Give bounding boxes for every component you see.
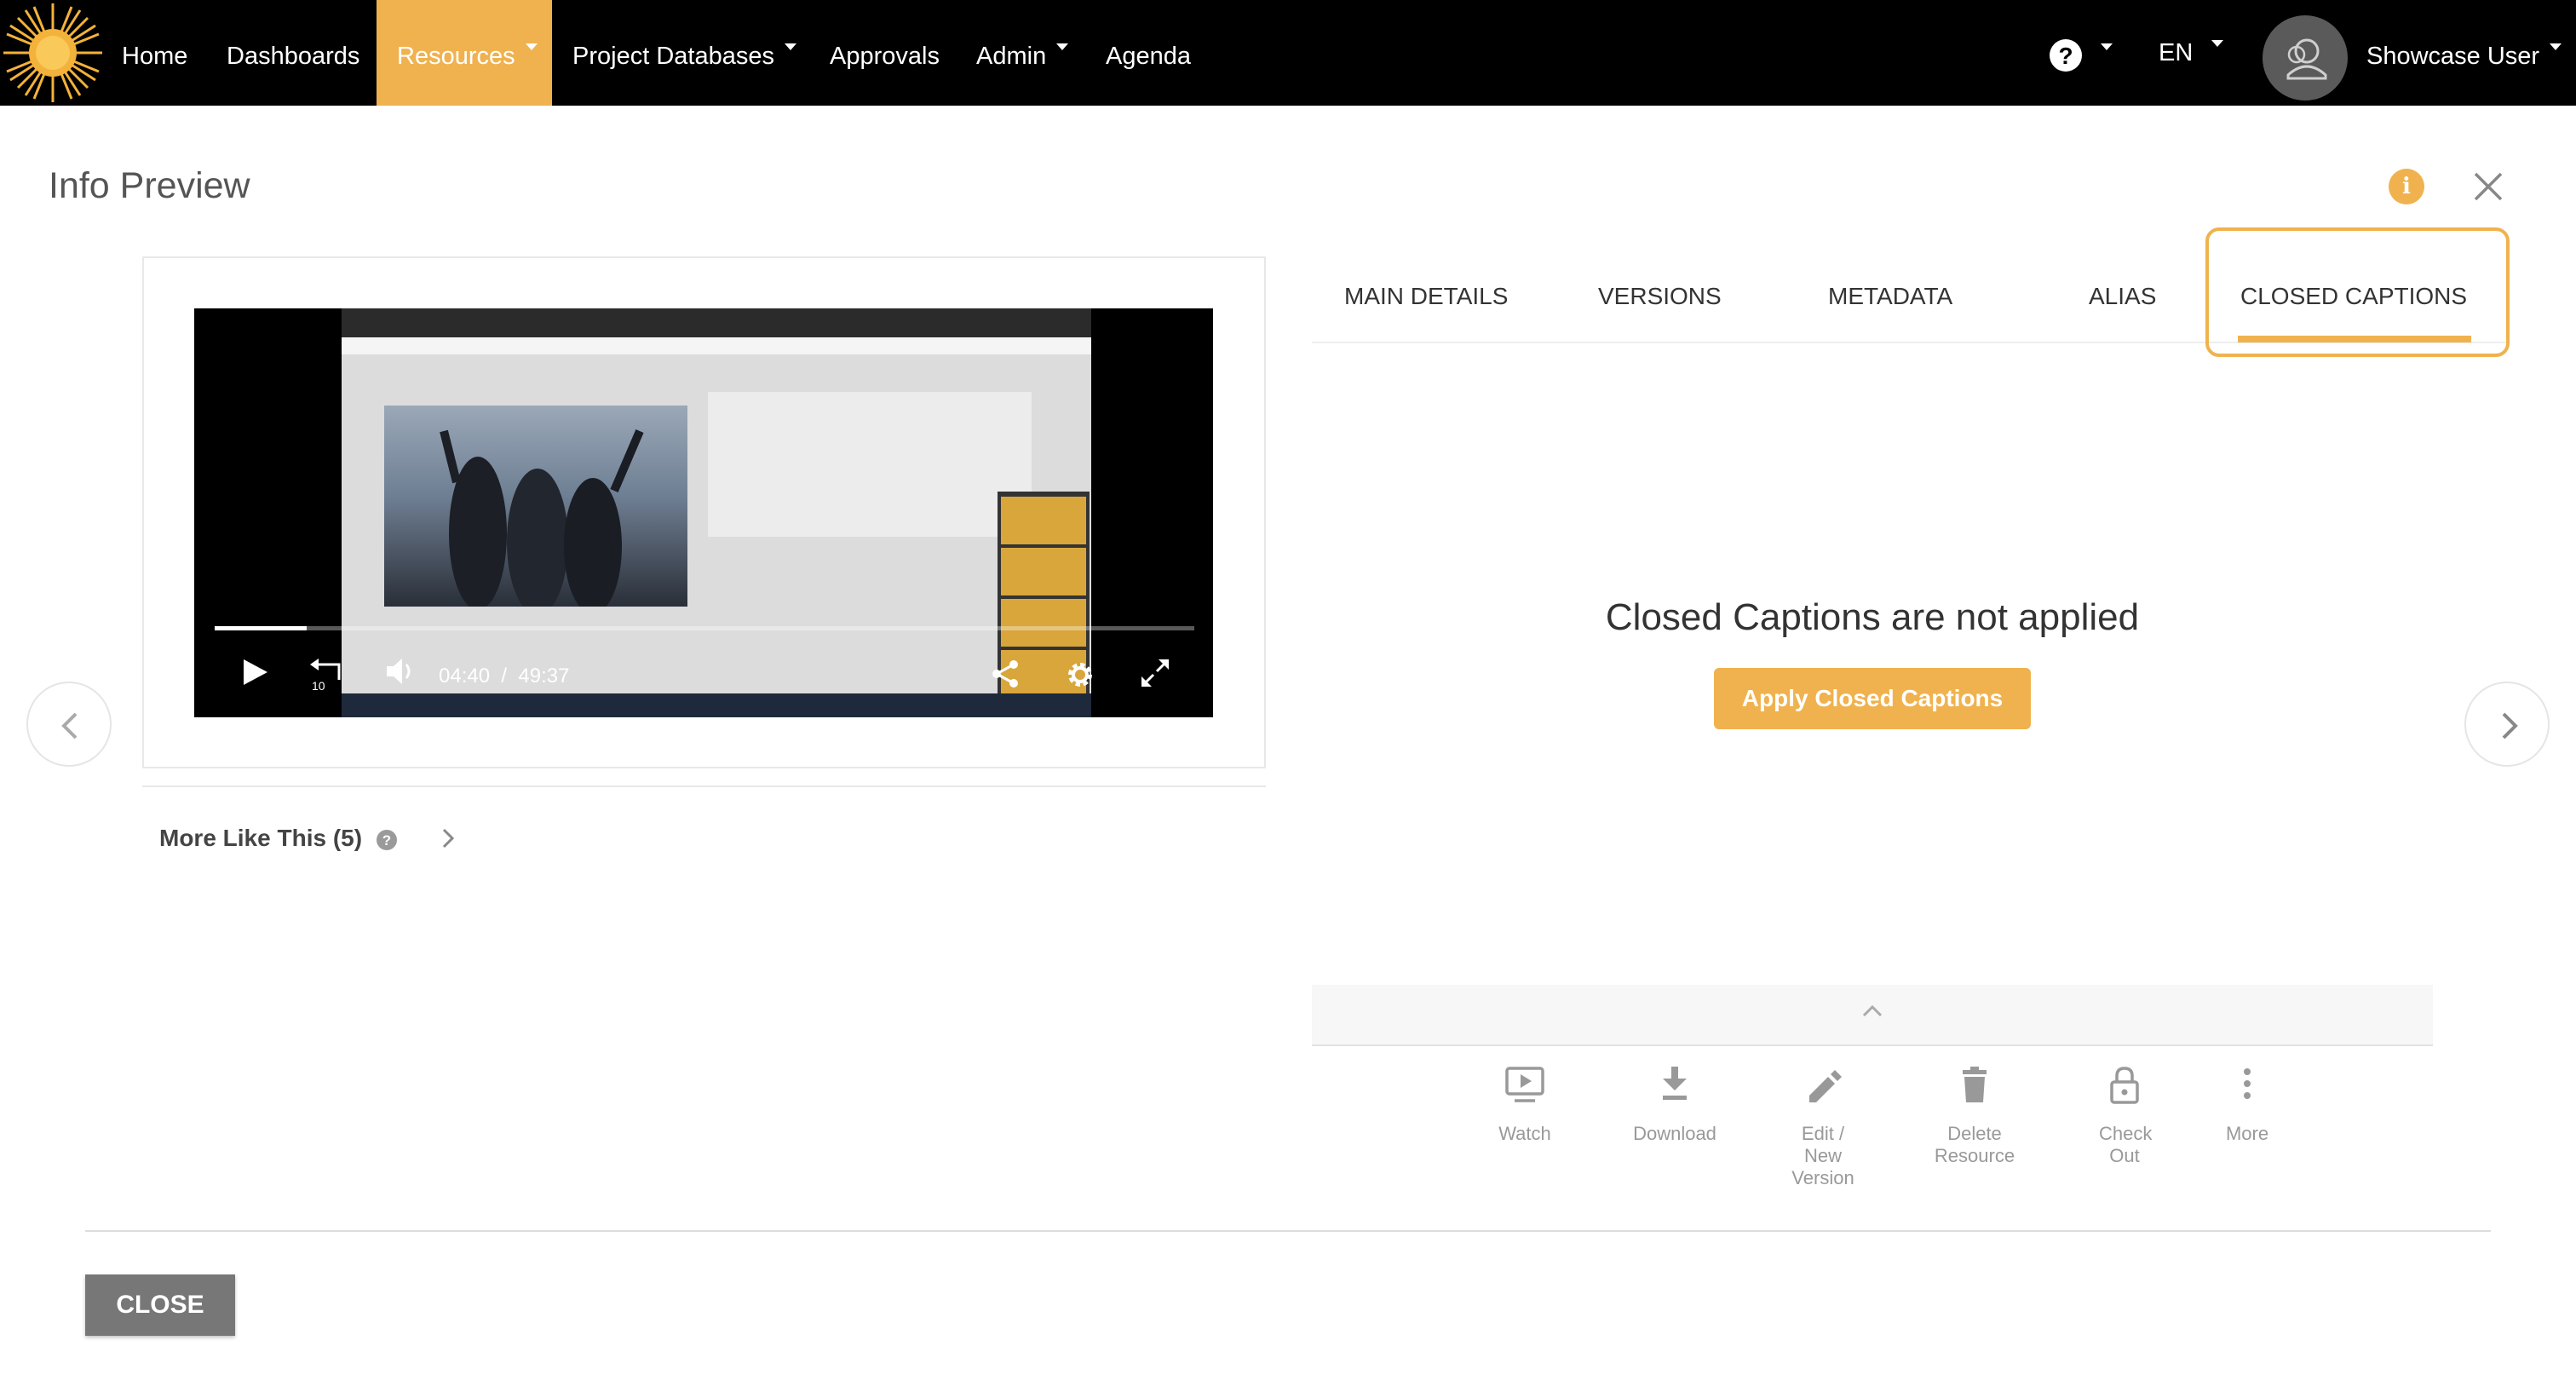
rewind-10-icon[interactable]: 10 [308, 653, 348, 692]
chevron-down-icon [2211, 40, 2224, 48]
avatar[interactable] [2263, 15, 2348, 101]
more-button[interactable]: More [2188, 1065, 2307, 1145]
page-title: Info Preview [49, 165, 250, 206]
next-resource-button[interactable] [2464, 682, 2550, 767]
user-icon [2286, 38, 2327, 80]
more-like-this-toggle[interactable]: More Like This (5) [159, 825, 362, 852]
language-selector[interactable]: EN [2159, 0, 2224, 102]
trash-icon [1963, 1067, 1987, 1102]
download-icon [1663, 1067, 1687, 1100]
more-vertical-icon [2244, 1068, 2251, 1099]
nav-item-admin[interactable]: Admin [976, 0, 1069, 106]
nav-item-resources[interactable]: Resources [377, 0, 552, 106]
video-time: 04:40 / 49:37 [439, 664, 570, 688]
sun-logo-icon[interactable] [0, 0, 106, 106]
closed-captions-message: Closed Captions are not applied [1605, 596, 2140, 638]
nav-item-home[interactable]: Home [122, 0, 187, 106]
chevron-down-icon [2550, 43, 2562, 51]
delete-resource-button[interactable]: Delete Resource [1915, 1065, 2034, 1167]
apply-closed-captions-button[interactable]: Apply Closed Captions [1714, 668, 2031, 729]
top-navbar: Home Dashboards Resources Project Databa… [0, 0, 2576, 106]
divider [142, 785, 1266, 787]
video-frame-content [342, 308, 1091, 717]
edit-new-version-button[interactable]: Edit / New Version [1763, 1065, 1883, 1189]
lock-icon [2110, 1067, 2139, 1104]
video-player[interactable]: 10 04:40 / 49:37 [194, 308, 1213, 717]
chevron-down-icon [1056, 43, 1069, 51]
nav-item-dashboards[interactable]: Dashboards [227, 0, 359, 106]
chevron-down-icon [525, 43, 538, 51]
volume-icon[interactable] [383, 654, 417, 688]
footer-divider [85, 1230, 2491, 1232]
gear-icon[interactable] [1063, 658, 1097, 692]
chevron-left-icon [61, 712, 78, 739]
chevron-up-icon [1862, 1004, 1883, 1017]
pencil-icon [1809, 1070, 1842, 1102]
chevron-down-icon [784, 43, 796, 51]
tab-alias[interactable]: ALIAS [2089, 283, 2156, 310]
question-circle-icon[interactable]: ? [2050, 39, 2082, 72]
nav-item-agenda[interactable]: Agenda [1106, 0, 1191, 106]
previous-resource-button[interactable] [26, 682, 112, 767]
tab-highlight-outline [2205, 227, 2510, 357]
help-circle-icon[interactable]: ? [377, 830, 397, 850]
tab-metadata[interactable]: METADATA [1828, 283, 1952, 310]
nav-item-project-databases[interactable]: Project Databases [572, 0, 796, 106]
download-button[interactable]: Download [1615, 1065, 1734, 1145]
chevron-down-icon [2101, 43, 2113, 51]
fullscreen-icon[interactable] [1140, 658, 1170, 688]
user-menu[interactable]: Showcase User [2366, 0, 2562, 106]
close-icon[interactable] [2470, 169, 2506, 204]
nav-item-approvals[interactable]: Approvals [830, 0, 940, 106]
actions-collapse-bar[interactable] [1312, 985, 2433, 1046]
share-icon[interactable] [990, 658, 1022, 690]
watch-button[interactable]: Watch [1465, 1065, 1584, 1145]
video-frame-photo [384, 406, 687, 615]
chevron-right-icon[interactable] [436, 826, 460, 850]
chevron-right-icon [2502, 712, 2518, 739]
check-out-button[interactable]: Check Out [2065, 1065, 2184, 1167]
video-seek-bar[interactable] [215, 626, 1194, 630]
close-button[interactable]: CLOSE [85, 1274, 235, 1336]
play-icon[interactable] [240, 658, 269, 687]
svg-text:10: 10 [312, 679, 325, 692]
tab-versions[interactable]: VERSIONS [1598, 283, 1722, 310]
help-dropdown[interactable] [2101, 0, 2113, 106]
tab-main-details[interactable]: MAIN DETAILS [1344, 283, 1508, 310]
watch-icon [1505, 1067, 1544, 1102]
info-icon[interactable]: i [2389, 169, 2424, 204]
